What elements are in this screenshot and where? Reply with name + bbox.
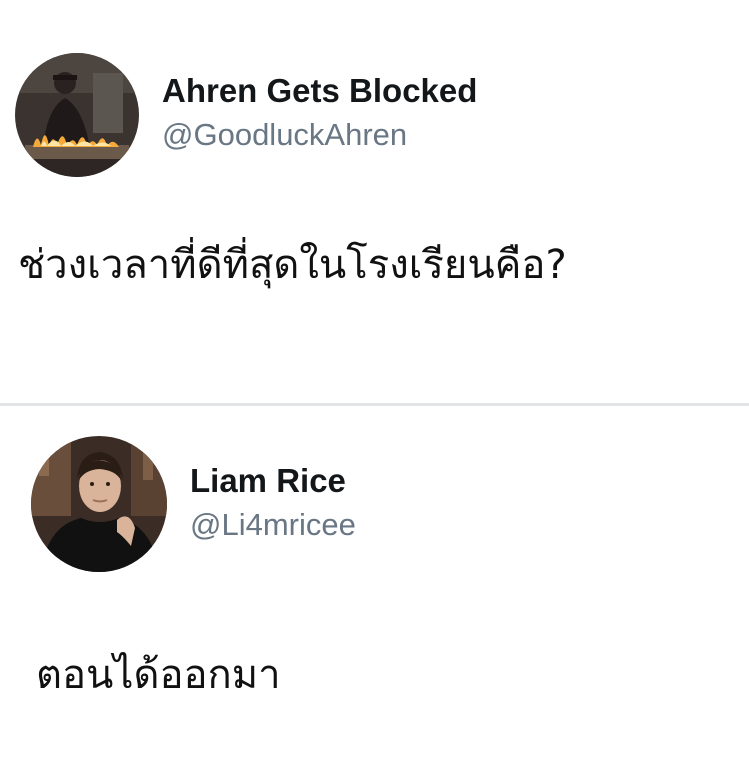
- profile-photo-fire-icon: [15, 53, 139, 177]
- tweet-card: Liam Rice @Li4mricee ตอนได้ออกมา: [0, 406, 749, 763]
- tweet-text: ช่วงเวลาที่ดีที่สุดในโรงเรียนคือ?: [18, 242, 567, 288]
- user-handle[interactable]: @GoodluckAhren: [162, 117, 407, 153]
- display-name[interactable]: Ahren Gets Blocked: [162, 72, 477, 110]
- user-handle[interactable]: @Li4mricee: [190, 507, 356, 543]
- avatar[interactable]: [15, 53, 139, 177]
- display-name[interactable]: Liam Rice: [190, 462, 346, 500]
- tweet-card: Ahren Gets Blocked @GoodluckAhren ช่วงเว…: [0, 0, 749, 404]
- tweet-text: ตอนได้ออกมา: [36, 652, 281, 698]
- avatar[interactable]: [31, 436, 167, 572]
- profile-photo-portrait-icon: [31, 436, 167, 572]
